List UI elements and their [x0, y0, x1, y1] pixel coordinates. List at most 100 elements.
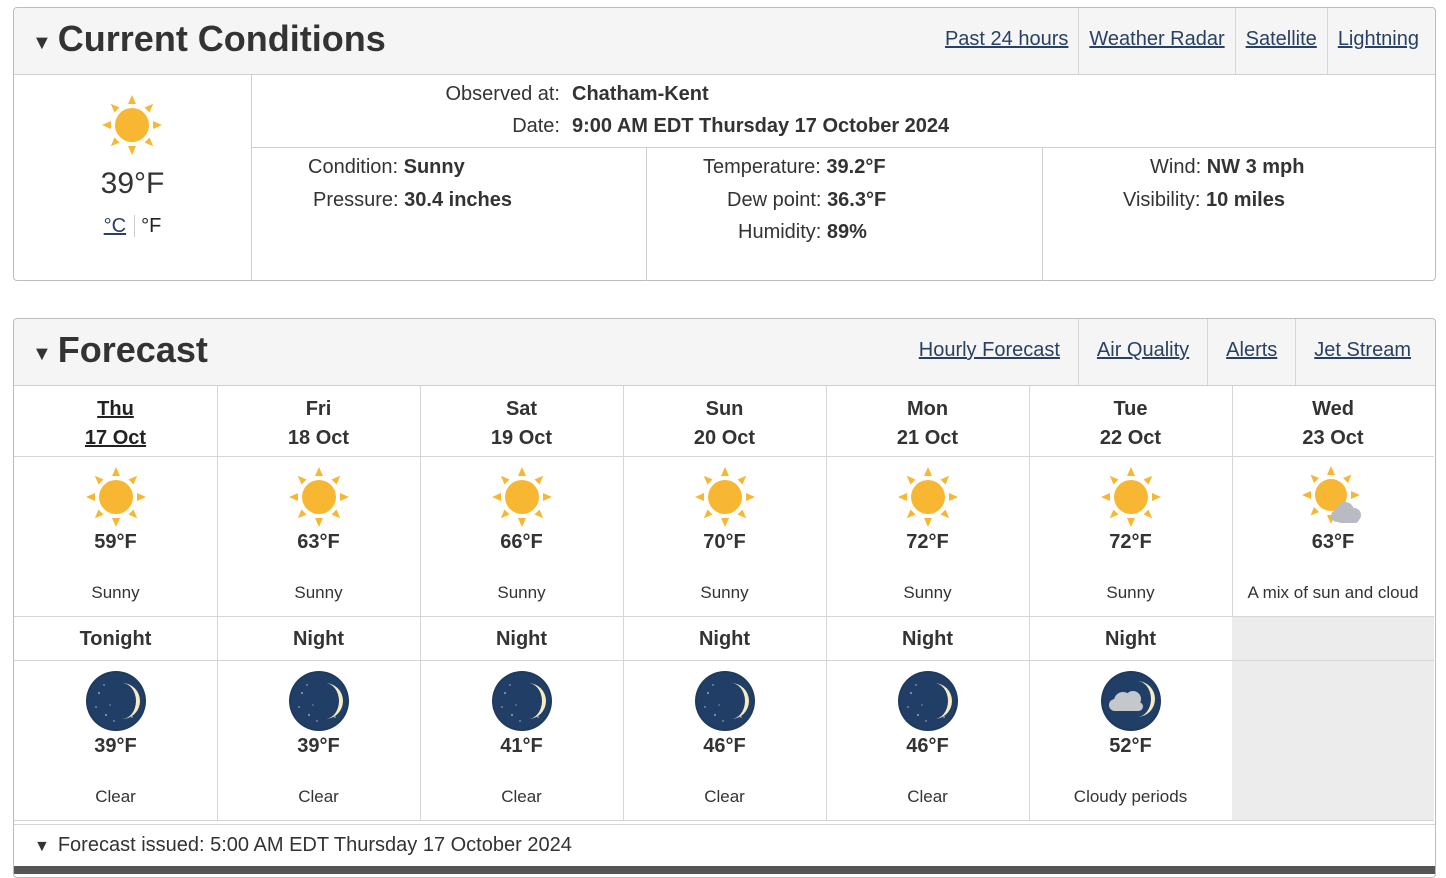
night-label: Night [217, 617, 420, 661]
moon-icon [287, 669, 351, 733]
night-label: Night [1029, 617, 1232, 661]
dewpoint-value: 36.3°F [827, 189, 887, 211]
night-label: Night [623, 617, 826, 661]
sun-icon [896, 465, 960, 529]
current-conditions-header: ▼ Current Conditions Past 24 hours Weathe… [14, 8, 1435, 75]
night-label: Night [420, 617, 623, 661]
day-forecast: 59°F Sunny [14, 457, 217, 617]
condition-label: Condition: [308, 156, 399, 178]
night-label: Night [826, 617, 1029, 661]
day-temperature: 63°F [1311, 531, 1355, 553]
temperature-label: Temperature: [703, 156, 821, 178]
day-summary: Sunny [903, 583, 952, 602]
sun-icon [287, 465, 351, 529]
wind-row: Wind: NW 3 mph [1150, 156, 1304, 179]
bottom-divider [14, 866, 1435, 874]
night-forecast: 39°F Clear [217, 661, 420, 821]
date-link[interactable]: 17 Oct [85, 427, 146, 449]
forecast-issued[interactable]: ▼ Forecast issued: 5:00 AM EDT Thursday 1… [14, 824, 1435, 865]
link-lightning[interactable]: Lightning [1326, 8, 1429, 74]
unit-celsius-link[interactable]: °C [103, 215, 136, 237]
wind-label: Wind: [1150, 156, 1202, 178]
day-temperature: 63°F [297, 531, 340, 553]
moon-icon [693, 669, 757, 733]
current-conditions-links: Past 24 hours Weather Radar Satellite Li… [935, 8, 1429, 74]
forecast-toggle[interactable]: ▼ Forecast [32, 329, 208, 371]
day-of-week: Mon [906, 398, 949, 420]
pressure-label: Pressure: [313, 189, 399, 211]
day-of-week: Sun [705, 398, 744, 420]
night-temperature: 41°F [500, 735, 543, 757]
day-date: 20 Oct [693, 427, 756, 449]
day-forecast: 70°F Sunny [623, 457, 826, 617]
link-alerts[interactable]: Alerts [1207, 319, 1295, 385]
caret-down-icon: ▼ [32, 343, 52, 365]
day-label: Mon 21 Oct [826, 386, 1029, 457]
caret-down-icon: ▼ [32, 32, 52, 54]
day-forecast: 66°F Sunny [420, 457, 623, 617]
visibility-label: Visibility: [1123, 189, 1201, 211]
day-date: 18 Oct [287, 427, 350, 449]
dewpoint-row: Dew point: 36.3°F [727, 189, 886, 212]
day-date: 19 Oct [490, 427, 553, 449]
day-label: Sat 19 Oct [420, 386, 623, 457]
night-label: Tonight [14, 617, 217, 661]
forecast-day-column: Sun 20 Oct 70°F Sunny Night 46°F Clear [623, 386, 827, 821]
forecast-panel: ▼ Forecast Hourly Forecast Air Quality Al… [13, 318, 1436, 878]
link-past-24-hours[interactable]: Past 24 hours [935, 8, 1078, 74]
day-of-week: Wed [1312, 398, 1354, 420]
day-summary: A mix of sun and cloud [1247, 583, 1419, 602]
moon-cloud-icon [1099, 669, 1163, 733]
day-temperature: 72°F [1109, 531, 1152, 553]
condition-value: Sunny [403, 156, 465, 178]
day-forecast: 63°F A mix of sun and cloud [1232, 457, 1434, 617]
day-of-week: Fri [305, 398, 332, 420]
night-forecast: 41°F Clear [420, 661, 623, 821]
night-summary: Clear [95, 787, 136, 806]
night-summary: Clear [298, 787, 339, 806]
forecast-day-column: Wed 23 Oct 63°F A mix of sun and cloud [1232, 386, 1434, 821]
night-temperature: 46°F [906, 735, 949, 757]
day-temperature: 59°F [94, 531, 137, 553]
current-conditions-toggle[interactable]: ▼ Current Conditions [32, 18, 386, 60]
caret-down-icon: ▼ [34, 838, 50, 855]
link-weather-radar[interactable]: Weather Radar [1078, 8, 1234, 74]
humidity-label: Humidity: [738, 221, 822, 243]
moon-icon [896, 669, 960, 733]
details-col-2: Temperature: 39.2°F Dew point: 36.3°F Hu… [647, 148, 1043, 281]
humidity-value: 89% [826, 221, 867, 243]
link-jet-stream[interactable]: Jet Stream [1295, 319, 1429, 385]
observed-date: 9:00 AM EDT Thursday 17 October 2024 [572, 115, 950, 137]
day-forecast: 63°F Sunny [217, 457, 420, 617]
sun-cloud-icon [1301, 465, 1365, 529]
day-summary: Sunny [700, 583, 749, 602]
link-satellite[interactable]: Satellite [1234, 8, 1327, 74]
sun-icon [100, 93, 164, 162]
link-hourly-forecast[interactable]: Hourly Forecast [901, 319, 1078, 385]
moon-icon [490, 669, 554, 733]
forecast-day-column: Tue 22 Oct 72°F Sunny Night 52°F Cloudy p… [1029, 386, 1233, 821]
forecast-day-column: Mon 21 Oct 72°F Sunny Night 46°F Clear [826, 386, 1030, 821]
forecast-links: Hourly Forecast Air Quality Alerts Jet S… [901, 319, 1429, 385]
night-temperature: 39°F [297, 735, 340, 757]
link-air-quality[interactable]: Air Quality [1077, 319, 1207, 385]
night-forecast-empty [1232, 661, 1434, 821]
night-forecast: 52°F Cloudy periods [1029, 661, 1232, 821]
forecast-header: ▼ Forecast Hourly Forecast Air Quality Al… [14, 319, 1435, 386]
wind-value: NW 3 mph [1206, 156, 1305, 178]
day-link[interactable]: Thu [97, 398, 134, 420]
night-summary: Clear [907, 787, 948, 806]
sun-icon [1099, 465, 1163, 529]
night-forecast: 39°F Clear [14, 661, 217, 821]
night-summary: Clear [501, 787, 542, 806]
night-forecast: 46°F Clear [623, 661, 826, 821]
day-summary: Sunny [1106, 583, 1155, 602]
day-date: 21 Oct [896, 427, 959, 449]
visibility-value: 10 miles [1206, 189, 1285, 211]
dewpoint-label: Dew point: [727, 189, 822, 211]
forecast-day-column: Fri 18 Oct 63°F Sunny Night 39°F Clear [217, 386, 421, 821]
pressure-value: 30.4 inches [404, 189, 512, 211]
day-temperature: 66°F [500, 531, 543, 553]
sun-icon [84, 465, 148, 529]
observation-details: Condition: Sunny Pressure: 30.4 inches T… [252, 148, 1435, 281]
